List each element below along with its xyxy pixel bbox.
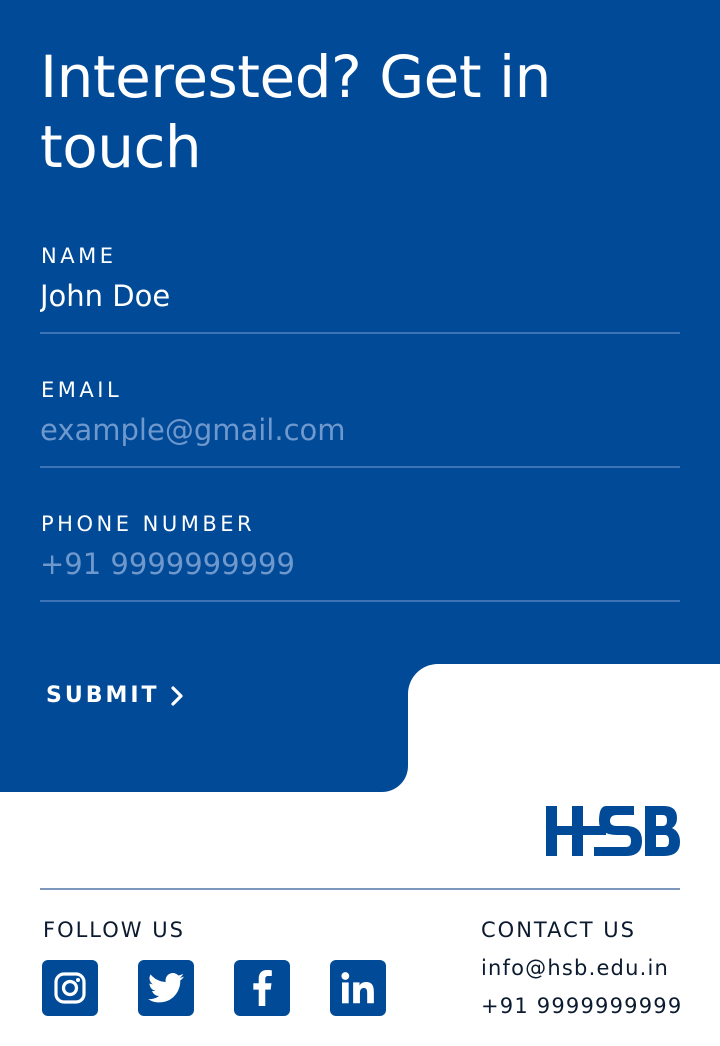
contact-phone[interactable]: +91 9999999999 xyxy=(481,994,682,1018)
contact-email[interactable]: info@hsb.edu.in xyxy=(481,956,669,980)
follow-us-heading: FOLLOW US xyxy=(43,918,185,942)
phone-label: PHONE NUMBER xyxy=(41,512,256,536)
name-label: NAME xyxy=(41,244,117,268)
name-field[interactable] xyxy=(40,276,680,316)
linkedin-icon[interactable] xyxy=(330,960,386,1016)
email-underline xyxy=(40,466,680,468)
email-label: EMAIL xyxy=(41,378,123,402)
submit-label: SUBMIT xyxy=(46,683,160,708)
instagram-icon[interactable] xyxy=(42,960,98,1016)
email-field-group: EMAIL xyxy=(40,378,680,474)
twitter-icon[interactable] xyxy=(138,960,194,1016)
footer-corner-cutout xyxy=(408,664,468,724)
facebook-icon[interactable] xyxy=(234,960,290,1016)
name-underline xyxy=(40,332,680,334)
footer-divider xyxy=(40,888,680,890)
phone-underline xyxy=(40,600,680,602)
email-field[interactable] xyxy=(40,410,680,450)
name-field-group: NAME xyxy=(40,244,680,340)
phone-field[interactable] xyxy=(40,544,680,584)
page-title: Interested? Get in touch xyxy=(40,43,551,181)
phone-field-group: PHONE NUMBER xyxy=(40,512,680,608)
chevron-right-icon xyxy=(170,685,184,707)
submit-button[interactable]: SUBMIT xyxy=(46,683,184,708)
contact-us-heading: CONTACT US xyxy=(481,918,636,942)
hsb-logo xyxy=(546,804,680,858)
